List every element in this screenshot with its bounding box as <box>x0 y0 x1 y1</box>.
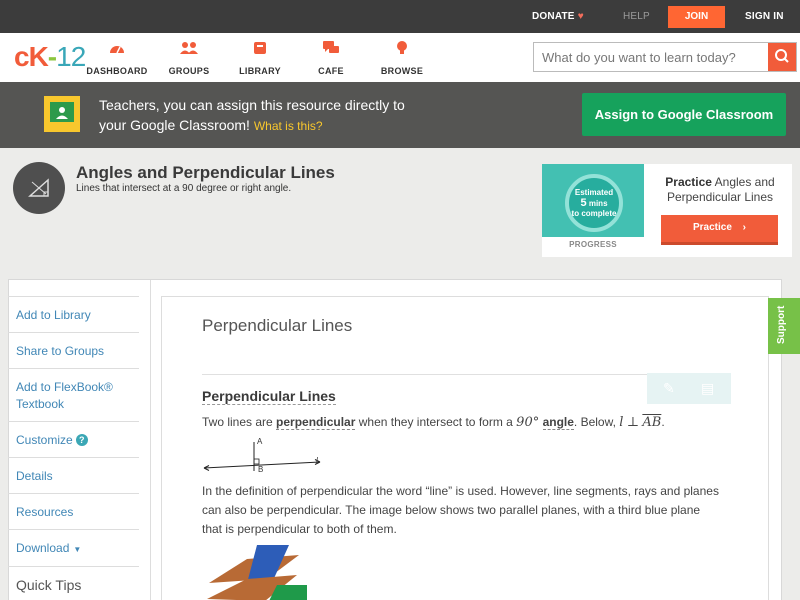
planes-paragraph: In the definition of perpendicular the w… <box>202 484 719 536</box>
quick-tips-heading: Quick Tips <box>16 577 82 593</box>
chevron-right-icon: › <box>742 222 747 233</box>
dashboard-icon <box>110 46 124 54</box>
pencil-icon[interactable]: ✎ <box>663 380 675 397</box>
library-icon <box>254 42 266 54</box>
mins-value: 5 <box>580 197 587 209</box>
page-subtitle: Lines that intersect at a 90 degree or r… <box>76 183 292 194</box>
main-nav: cK-12 DASHBOARD GROUPS LIBRARY CAFE BROW… <box>0 33 800 82</box>
sidebar-resources[interactable]: Resources <box>8 494 139 530</box>
practice-progress-image: Estimated 5 mins to complete <box>542 164 644 237</box>
notes-icon[interactable]: ▤ <box>701 380 714 397</box>
nav-cafe-label: CAFE <box>318 66 344 76</box>
customize-label: Customize <box>16 433 73 447</box>
angle-term[interactable]: angle <box>542 415 574 430</box>
practice-title-bold: Practice <box>665 175 712 189</box>
assign-google-classroom-button[interactable]: Assign to Google Classroom <box>582 93 786 136</box>
google-classroom-icon <box>44 96 80 132</box>
support-label: Support <box>776 305 787 344</box>
nav-groups-label: GROUPS <box>168 66 210 76</box>
help-link[interactable]: HELP <box>623 11 650 22</box>
top-utility-bar: DONATE ♥ HELP JOIN SIGN IN <box>0 0 800 33</box>
help-icon[interactable]: ? <box>75 434 88 446</box>
p1-below: . Below, <box>573 415 616 429</box>
practice-title: Practice Angles and Perpendicular Lines <box>654 175 786 205</box>
what-is-this-link[interactable]: What is this? <box>254 119 323 133</box>
heart-icon: ♥ <box>577 11 584 22</box>
perpendicular-planes-image <box>207 545 317 600</box>
mins-label: mins <box>588 199 608 208</box>
point-a-label: A <box>257 437 263 446</box>
sidebar-divider <box>150 280 151 600</box>
to-complete-label: to complete <box>571 209 617 218</box>
nav-dashboard-label: DASHBOARD <box>86 66 148 76</box>
sign-in-link[interactable]: SIGN IN <box>745 11 784 22</box>
p1-mid: when they intersect to form a <box>358 415 513 429</box>
perp-symbol: ⊥ <box>626 415 640 430</box>
sidebar-customize[interactable]: Customize? <box>8 422 139 458</box>
definition-paragraph: Two lines are perpendicular when they in… <box>202 415 742 430</box>
practice-card: Estimated 5 mins to complete PROGRESS Pr… <box>542 164 792 257</box>
search-button[interactable] <box>768 43 796 71</box>
support-tab[interactable]: Support <box>768 298 800 354</box>
math-l: l <box>619 415 624 430</box>
sidebar-details[interactable]: Details <box>8 458 139 494</box>
groups-icon <box>180 42 198 54</box>
classroom-line2: your Google Classroom! <box>99 117 250 133</box>
line-l-label: l <box>316 456 318 465</box>
math-ab: AB <box>642 415 662 430</box>
progress-label: PROGRESS <box>569 240 617 249</box>
classroom-message: Teachers, you can assign this resource d… <box>99 95 519 136</box>
ninety-degrees: 90° <box>516 415 540 430</box>
practice-button[interactable]: Practice › <box>661 215 778 245</box>
nav-browse[interactable]: BROWSE <box>362 41 442 79</box>
google-classroom-banner: Teachers, you can assign this resource d… <box>0 82 800 148</box>
ck12-logo[interactable]: cK-12 <box>14 41 86 73</box>
sidebar-add-to-flexbook[interactable]: Add to FlexBook® Textbook <box>8 369 139 422</box>
page-title: Angles and Perpendicular Lines <box>76 163 335 182</box>
nav-dashboard[interactable]: DASHBOARD <box>77 41 157 79</box>
sidebar-share-to-groups[interactable]: Share to Groups <box>8 333 139 369</box>
edit-tools: ✎ ▤ <box>647 373 731 404</box>
logo-ck: cK <box>14 41 49 72</box>
caret-down-icon: ▼ <box>73 545 82 554</box>
search-box <box>533 42 797 72</box>
sidebar-download[interactable]: Download ▼ <box>8 530 139 567</box>
estimated-time-badge: Estimated 5 mins to complete <box>565 174 623 232</box>
point-b-label: B <box>258 465 264 474</box>
nav-library[interactable]: LIBRARY <box>220 41 300 79</box>
search-input[interactable] <box>534 43 767 71</box>
article-panel: Perpendicular Lines ✎ ▤ Perpendicular Li… <box>161 296 769 600</box>
article-heading: Perpendicular Lines <box>202 316 353 335</box>
search-icon <box>775 49 789 63</box>
nav-groups[interactable]: GROUPS <box>149 41 229 79</box>
sidebar-add-to-library[interactable]: Add to Library <box>8 296 139 333</box>
article-subheading: Perpendicular Lines <box>202 388 336 405</box>
nav-cafe[interactable]: CAFE <box>291 41 371 79</box>
p1-end: . <box>661 415 665 429</box>
logo-dash: - <box>47 41 57 72</box>
concept-icon <box>13 162 65 214</box>
lightbulb-icon <box>397 41 407 54</box>
donate-link[interactable]: DONATE ♥ <box>532 11 584 22</box>
perpendicular-term[interactable]: perpendicular <box>276 415 356 430</box>
join-button[interactable]: JOIN <box>668 6 725 28</box>
nav-browse-label: BROWSE <box>380 66 424 76</box>
sidebar: Add to Library Share to Groups Add to Fl… <box>8 296 139 593</box>
perpendicular-diagram: A B l <box>202 437 324 475</box>
cafe-icon <box>323 41 339 53</box>
donate-label: DONATE <box>532 11 575 22</box>
nav-library-label: LIBRARY <box>239 66 281 76</box>
practice-button-label: Practice <box>692 222 732 233</box>
estimated-label: Estimated <box>574 188 614 197</box>
download-label: Download <box>16 541 70 555</box>
classroom-line1: Teachers, you can assign this resource d… <box>99 97 405 113</box>
p1-start: Two lines are <box>202 415 273 429</box>
